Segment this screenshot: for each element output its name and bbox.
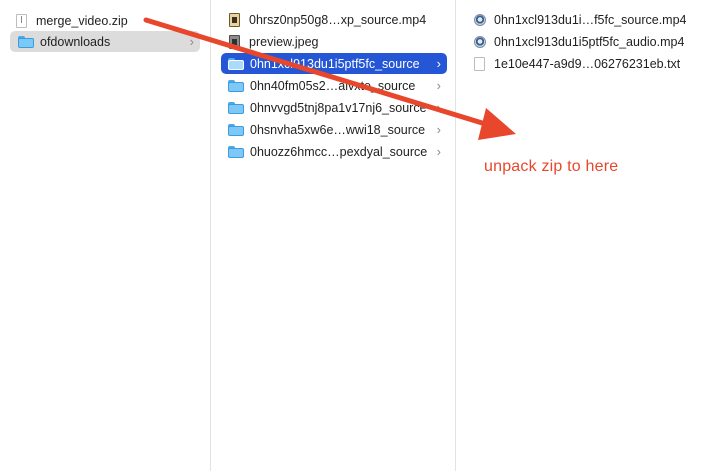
file-label: 0hn1xcl913du1i…f5fc_source.mp4 xyxy=(494,12,687,27)
sidebar-column: merge_video.zip ofdownloads › xyxy=(0,0,211,471)
file-row-video[interactable]: 0hrsz0np50g8…xp_source.mp4 xyxy=(227,9,449,30)
folder-label: 0hn40fm05s2…alvxte_source xyxy=(250,78,416,93)
folder-label: 0huozz6hmcc…pexdyal_source xyxy=(250,144,428,159)
file-label: 0hrsz0np50g8…xp_source.mp4 xyxy=(249,12,427,27)
folder-icon xyxy=(228,145,244,158)
folder-icon xyxy=(228,101,244,114)
file-label: merge_video.zip xyxy=(36,13,128,28)
zip-file-icon xyxy=(16,13,27,28)
folder-row[interactable]: 0hsnvha5xw6e…wwi18_source › xyxy=(221,119,447,140)
video-file-icon xyxy=(229,12,240,27)
browser-column-ofdownloads: 0hrsz0np50g8…xp_source.mp4 preview.jpeg … xyxy=(211,0,456,471)
text-file-icon xyxy=(474,56,485,71)
annotation-text: unpack zip to here xyxy=(484,158,619,175)
file-label: 0hn1xcl913du1i5ptf5fc_audio.mp4 xyxy=(494,34,685,49)
folder-icon xyxy=(228,79,244,92)
chevron-right-icon: › xyxy=(436,144,441,159)
file-row-source-mp4[interactable]: 0hn1xcl913du1i…f5fc_source.mp4 xyxy=(472,9,712,30)
file-row-txt[interactable]: 1e10e447-a9d9…06276231eb.txt xyxy=(472,53,712,74)
chevron-right-icon: › xyxy=(189,34,194,49)
folder-icon xyxy=(228,57,244,70)
folder-label: 0hnvvgd5tnj8pa1v17nj6_source xyxy=(250,100,427,115)
chevron-right-icon: › xyxy=(436,78,441,93)
image-file-icon xyxy=(229,34,240,49)
folder-label: ofdownloads xyxy=(40,34,111,49)
chevron-right-icon: › xyxy=(436,100,441,115)
folder-row-ofdownloads[interactable]: ofdownloads › xyxy=(10,31,200,52)
file-row-preview-jpeg[interactable]: preview.jpeg xyxy=(227,31,449,52)
quicktime-icon xyxy=(474,35,486,48)
folder-label: 0hsnvha5xw6e…wwi18_source xyxy=(250,122,426,137)
folder-row-selected[interactable]: 0hn1xcl913du1i5ptf5fc_source › xyxy=(221,53,447,74)
folder-icon xyxy=(18,35,34,48)
folder-row[interactable]: 0huozz6hmcc…pexdyal_source › xyxy=(221,141,447,162)
file-row-merge-video-zip[interactable]: merge_video.zip xyxy=(14,10,200,31)
file-row-audio-mp4[interactable]: 0hn1xcl913du1i5ptf5fc_audio.mp4 xyxy=(472,31,712,52)
folder-label: 0hn1xcl913du1i5ptf5fc_source xyxy=(250,56,420,71)
browser-column-source-folder: 0hn1xcl913du1i…f5fc_source.mp4 0hn1xcl91… xyxy=(456,0,718,471)
folder-row[interactable]: 0hnvvgd5tnj8pa1v17nj6_source › xyxy=(221,97,447,118)
chevron-right-icon: › xyxy=(436,56,441,71)
folder-row[interactable]: 0hn40fm05s2…alvxte_source › xyxy=(221,75,447,96)
chevron-right-icon: › xyxy=(436,122,441,137)
file-label: 1e10e447-a9d9…06276231eb.txt xyxy=(494,56,681,71)
file-label: preview.jpeg xyxy=(249,34,319,49)
quicktime-icon xyxy=(474,13,486,26)
folder-icon xyxy=(228,123,244,136)
